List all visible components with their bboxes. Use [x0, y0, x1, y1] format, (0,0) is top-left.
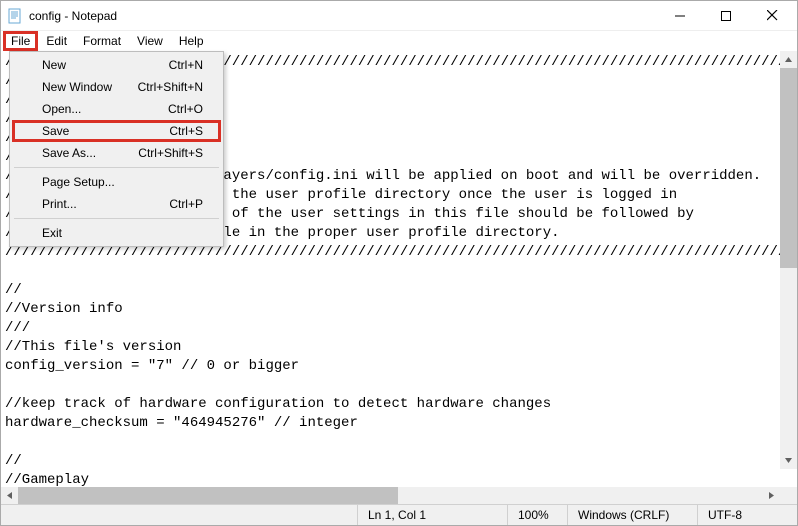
menu-item-label: Page Setup...: [42, 175, 115, 189]
menu-edit[interactable]: Edit: [38, 31, 75, 51]
menu-item-label: Open...: [42, 102, 81, 116]
menu-item-new[interactable]: New Ctrl+N: [12, 54, 221, 76]
menu-item-shortcut: Ctrl+Shift+N: [138, 80, 203, 94]
menu-item-shortcut: Ctrl+N: [169, 58, 203, 72]
minimize-button[interactable]: [657, 1, 703, 31]
scroll-corner: [780, 487, 797, 504]
status-line-ending: Windows (CRLF): [567, 505, 697, 525]
status-bar: Ln 1, Col 1 100% Windows (CRLF) UTF-8: [1, 504, 797, 525]
menu-item-label: Print...: [42, 197, 77, 211]
menu-item-shortcut: Ctrl+P: [169, 197, 203, 211]
menu-item-new-window[interactable]: New Window Ctrl+Shift+N: [12, 76, 221, 98]
menu-bar: File Edit Format View Help: [1, 31, 797, 51]
notepad-icon: [7, 8, 23, 24]
menu-item-shortcut: Ctrl+Shift+S: [138, 146, 203, 160]
scroll-left-arrow-icon[interactable]: [1, 487, 18, 504]
scroll-up-arrow-icon[interactable]: [780, 51, 797, 68]
menu-file[interactable]: File: [3, 31, 38, 51]
window-title: config - Notepad: [29, 9, 117, 23]
scroll-down-arrow-icon[interactable]: [780, 452, 797, 469]
menu-item-label: New: [42, 58, 66, 72]
menu-help[interactable]: Help: [171, 31, 212, 51]
menu-view[interactable]: View: [129, 31, 171, 51]
file-menu-dropdown: New Ctrl+N New Window Ctrl+Shift+N Open.…: [9, 51, 224, 247]
menu-item-shortcut: Ctrl+S: [169, 124, 203, 138]
menu-item-open[interactable]: Open... Ctrl+O: [12, 98, 221, 120]
menu-item-page-setup[interactable]: Page Setup...: [12, 171, 221, 193]
status-position: Ln 1, Col 1: [357, 505, 507, 525]
vertical-scrollbar[interactable]: [780, 51, 797, 469]
menu-separator: [14, 218, 219, 219]
menu-item-shortcut: Ctrl+O: [168, 102, 203, 116]
status-empty: [1, 505, 357, 525]
menu-item-label: Save: [42, 124, 69, 138]
scroll-right-arrow-icon[interactable]: [763, 487, 780, 504]
status-encoding: UTF-8: [697, 505, 797, 525]
status-zoom: 100%: [507, 505, 567, 525]
menu-format[interactable]: Format: [75, 31, 129, 51]
menu-item-save[interactable]: Save Ctrl+S: [12, 120, 221, 142]
title-bar: config - Notepad: [1, 1, 797, 31]
horizontal-scroll-thumb[interactable]: [18, 487, 398, 504]
horizontal-scrollbar[interactable]: [1, 487, 780, 504]
menu-separator: [14, 167, 219, 168]
menu-item-label: New Window: [42, 80, 112, 94]
menu-item-label: Save As...: [42, 146, 96, 160]
vertical-scroll-thumb[interactable]: [780, 68, 797, 268]
menu-item-exit[interactable]: Exit: [12, 222, 221, 244]
menu-item-label: Exit: [42, 226, 62, 240]
maximize-button[interactable]: [703, 1, 749, 31]
close-button[interactable]: [749, 1, 795, 31]
menu-item-print[interactable]: Print... Ctrl+P: [12, 193, 221, 215]
menu-item-save-as[interactable]: Save As... Ctrl+Shift+S: [12, 142, 221, 164]
